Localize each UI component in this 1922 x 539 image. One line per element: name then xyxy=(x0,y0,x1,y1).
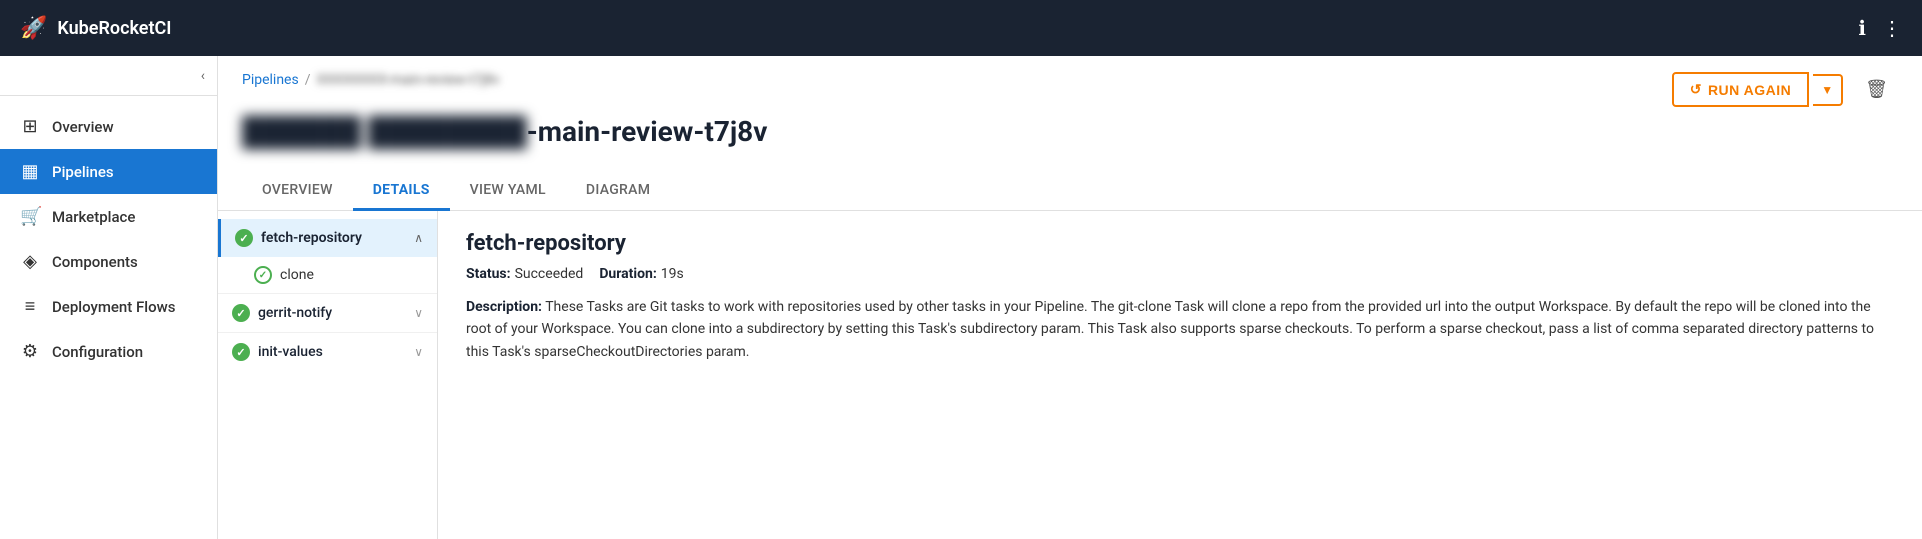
sidebar-item-configuration[interactable]: ⚙ Configuration xyxy=(0,329,217,374)
status-icon-gerrit-notify xyxy=(232,304,250,322)
sidebar-item-deployment-flows[interactable]: ≡ Deployment Flows xyxy=(0,284,217,329)
duration-value: 19s xyxy=(661,266,684,282)
breadcrumb-current: XXXXXXXX-main-review-t7j8v xyxy=(317,72,500,88)
chevron-down-icon-init: ∨ xyxy=(414,345,423,359)
sidebar-item-marketplace[interactable]: 🛒 Marketplace xyxy=(0,194,217,239)
overview-icon: ⊞ xyxy=(20,116,40,137)
task-sub-clone[interactable]: clone xyxy=(218,257,437,293)
chevron-up-icon: ∧ xyxy=(414,231,423,245)
page-title-suffix: -main-review-t7j8v xyxy=(527,115,768,148)
tab-view-yaml[interactable]: VIEW YAML xyxy=(450,172,566,211)
pipelines-icon: ▦ xyxy=(20,161,40,182)
sidebar-item-label: Deployment Flows xyxy=(52,298,175,316)
status-icon-clone xyxy=(254,266,272,284)
task-row-gerrit-notify[interactable]: gerrit-notify ∨ xyxy=(218,293,437,332)
sidebar-item-label: Components xyxy=(52,253,138,271)
description-label: Description: xyxy=(466,299,542,315)
delete-icon: 🗑 xyxy=(1865,79,1888,99)
sidebar-item-pipelines[interactable]: ▦ Pipelines xyxy=(0,149,217,194)
task-group-fetch-repository: fetch-repository ∧ clone xyxy=(218,219,437,293)
meta-duration: Duration: 19s xyxy=(599,266,683,282)
main-layout: ‹ ⊞ Overview ▦ Pipelines 🛒 Marketplace ◈… xyxy=(0,56,1922,539)
task-row-init-values[interactable]: init-values ∨ xyxy=(218,332,437,371)
status-value: Succeeded xyxy=(515,266,584,282)
task-item-left-init: init-values xyxy=(232,343,323,361)
tab-overview[interactable]: OVERVIEW xyxy=(242,172,353,211)
marketplace-icon: 🛒 xyxy=(20,206,40,227)
breadcrumb-separator: / xyxy=(305,72,311,88)
sidebar-item-label: Pipelines xyxy=(52,163,114,181)
configuration-icon: ⚙ xyxy=(20,341,40,362)
run-again-icon: ↺ xyxy=(1690,81,1702,98)
sidebar-item-overview[interactable]: ⊞ Overview xyxy=(0,104,217,149)
menu-icon[interactable]: ⋮ xyxy=(1882,16,1902,40)
sidebar-item-label: Marketplace xyxy=(52,208,135,226)
sidebar-nav: ⊞ Overview ▦ Pipelines 🛒 Marketplace ◈ C… xyxy=(0,96,217,539)
status-icon-init-values xyxy=(232,343,250,361)
sidebar-item-components[interactable]: ◈ Components xyxy=(0,239,217,284)
sidebar-item-label: Overview xyxy=(52,118,114,136)
sidebar-item-label: Configuration xyxy=(52,343,143,361)
task-name-fetch-repository: fetch-repository xyxy=(261,230,362,246)
description-text: These Tasks are Git tasks to work with r… xyxy=(466,299,1874,360)
task-detail-meta: Status: Succeeded Duration: 19s xyxy=(466,266,1894,282)
duration-label: Duration: xyxy=(599,266,656,282)
breadcrumb: Pipelines / XXXXXXXX-main-review-t7j8v xyxy=(242,72,500,88)
task-name-init-values: init-values xyxy=(258,344,323,360)
task-sub-name-clone: clone xyxy=(280,267,314,283)
meta-status: Status: Succeeded xyxy=(466,266,583,282)
task-detail-description: Description: These Tasks are Git tasks t… xyxy=(466,296,1894,363)
sidebar-collapse-button[interactable]: ‹ xyxy=(0,56,217,96)
deployment-flows-icon: ≡ xyxy=(20,296,40,317)
top-bar: Pipelines / XXXXXXXX-main-review-t7j8v ↺… xyxy=(218,56,1922,107)
run-again-dropdown-button[interactable]: ▼ xyxy=(1813,74,1843,106)
app-header: 🚀 KubeRocketCI ℹ ⋮ xyxy=(0,0,1922,56)
chevron-down-icon-gerrit: ∨ xyxy=(414,306,423,320)
task-name-gerrit-notify: gerrit-notify xyxy=(258,305,332,321)
status-icon-fetch-repository xyxy=(235,229,253,247)
action-buttons: ↺ RUN AGAIN ▼ 🗑 xyxy=(1672,72,1898,107)
task-header-fetch-repository[interactable]: fetch-repository ∧ xyxy=(218,219,437,257)
dropdown-icon: ▼ xyxy=(1821,83,1833,97)
components-icon: ◈ xyxy=(20,251,40,272)
task-header-left: fetch-repository xyxy=(235,229,362,247)
info-icon[interactable]: ℹ xyxy=(1858,16,1866,40)
run-again-label: RUN AGAIN xyxy=(1708,82,1791,98)
tabs-bar: OVERVIEW DETAILS VIEW YAML DIAGRAM xyxy=(218,156,1922,211)
run-again-button[interactable]: ↺ RUN AGAIN xyxy=(1672,72,1810,107)
task-detail-panel: fetch-repository Status: Succeeded Durat… xyxy=(438,211,1922,539)
page-title: ██████ ████████-main-review-t7j8v xyxy=(242,115,1898,148)
page-title-area: ██████ ████████-main-review-t7j8v xyxy=(218,107,1922,148)
page-title-blurred: ██████ ████████ xyxy=(242,115,527,148)
header-left: 🚀 KubeRocketCI xyxy=(20,16,171,41)
header-right: ℹ ⋮ xyxy=(1858,16,1902,40)
content-body: fetch-repository ∧ clone gerrit-notify xyxy=(218,211,1922,539)
tab-details[interactable]: DETAILS xyxy=(353,172,450,211)
collapse-icon: ‹ xyxy=(201,68,205,84)
sidebar: ‹ ⊞ Overview ▦ Pipelines 🛒 Marketplace ◈… xyxy=(0,56,218,539)
delete-button[interactable]: 🗑 xyxy=(1855,72,1898,107)
app-title: KubeRocketCI xyxy=(57,18,171,39)
main-content: Pipelines / XXXXXXXX-main-review-t7j8v ↺… xyxy=(218,56,1922,539)
tab-diagram[interactable]: DIAGRAM xyxy=(566,172,670,211)
status-label: Status: xyxy=(466,266,511,282)
task-item-left-gerrit: gerrit-notify xyxy=(232,304,332,322)
task-detail-title: fetch-repository xyxy=(466,231,1894,256)
task-list-panel: fetch-repository ∧ clone gerrit-notify xyxy=(218,211,438,539)
app-logo-icon: 🚀 xyxy=(20,16,47,41)
breadcrumb-pipelines-link[interactable]: Pipelines xyxy=(242,72,299,88)
